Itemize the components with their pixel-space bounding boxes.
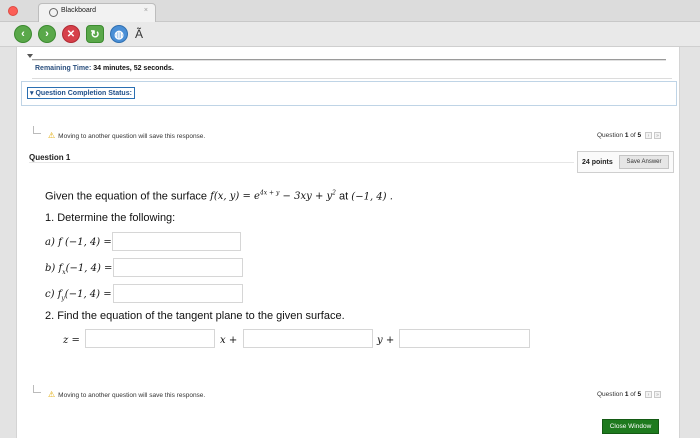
part-a-label: a) f (−1, 4) = xyxy=(45,237,112,248)
warning-text: Moving to another question will save thi… xyxy=(58,392,206,399)
answer-y-coefficient-input[interactable] xyxy=(399,329,530,348)
completion-status-toggle[interactable]: ▾ Question Completion Status: xyxy=(27,87,135,99)
y-label: y + xyxy=(377,335,395,346)
next-question-icon[interactable]: › xyxy=(644,132,652,139)
stop-icon[interactable]: ✕ xyxy=(62,25,80,43)
remaining-time-value: 34 minutes, 52 seconds. xyxy=(93,65,174,72)
return-arrow-icon xyxy=(33,126,41,134)
test-page: Remaining Time: 34 minutes, 52 seconds. … xyxy=(16,47,680,438)
page-icon xyxy=(49,8,58,17)
browser-tab[interactable]: Blackboard × xyxy=(38,3,156,22)
divider xyxy=(29,162,574,163)
answer-c-input[interactable] xyxy=(113,284,243,303)
at-label: at xyxy=(339,190,349,203)
question-stem: Given the equation of the surface f(x, y… xyxy=(45,190,393,202)
points-value: 24 points xyxy=(582,159,613,166)
warning-icon: ⚠ xyxy=(48,131,56,140)
part-1-heading: 1. Determine the following: xyxy=(45,212,176,224)
answer-a-input[interactable] xyxy=(112,232,241,251)
divider xyxy=(32,78,672,79)
tab-title: Blackboard xyxy=(61,7,97,14)
answer-b-input[interactable] xyxy=(113,258,243,277)
question-counter-bottom: Question 1 of 5 ›» xyxy=(597,391,661,398)
remaining-time: Remaining Time: 34 minutes, 52 seconds. xyxy=(35,65,174,72)
part-2-heading: 2. Find the equation of the tangent plan… xyxy=(45,310,345,322)
function-expression: f(x, y) = e4x + y − 3xy + y2 xyxy=(210,190,336,203)
next-question-icon[interactable]: › xyxy=(644,391,652,398)
reload-icon[interactable]: ↻ xyxy=(86,25,104,43)
back-icon[interactable]: ‹ xyxy=(14,25,32,43)
warning-icon: ⚠ xyxy=(48,390,56,399)
last-question-icon[interactable]: » xyxy=(653,132,661,139)
save-warning-bottom: ⚠ Moving to another question will save th… xyxy=(48,390,205,399)
divider xyxy=(32,59,666,60)
point-expression: (−1, 4) . xyxy=(351,191,393,203)
save-answer-button[interactable]: Save Answer xyxy=(619,155,669,169)
forward-icon[interactable]: › xyxy=(38,25,56,43)
question-title: Question 1 xyxy=(29,153,71,162)
answer-x-coefficient-input[interactable] xyxy=(243,329,373,348)
collapse-arrow-icon[interactable] xyxy=(27,54,33,58)
x-label: x + xyxy=(220,335,238,346)
answer-z-input[interactable] xyxy=(85,329,215,348)
last-question-icon[interactable]: » xyxy=(653,391,661,398)
globe-icon[interactable]: ◍ xyxy=(110,25,128,43)
part-b-label: b) fx(−1, 4) = xyxy=(45,263,113,276)
points-panel: 24 points Save Answer xyxy=(577,151,674,173)
part-c-label: c) fy(−1, 4) = xyxy=(45,289,112,302)
question-counter-top: Question 1 of 5 ›» xyxy=(597,132,661,139)
text-encoding-button[interactable]: Ã xyxy=(132,25,146,43)
warning-text: Moving to another question will save thi… xyxy=(58,133,206,140)
z-label: z = xyxy=(63,335,80,346)
remaining-time-label: Remaining Time: xyxy=(35,65,92,72)
close-window-button[interactable]: Close Window xyxy=(602,419,659,434)
save-warning-top: ⚠ Moving to another question will save th… xyxy=(48,131,205,140)
tab-close-icon[interactable]: × xyxy=(144,7,148,14)
browser-toolbar: ‹ › ✕ ↻ ◍ Ã xyxy=(0,22,700,47)
return-arrow-icon xyxy=(33,385,41,393)
browser-tab-bar: Blackboard × xyxy=(0,0,700,22)
completion-status-label: Question Completion Status: xyxy=(35,90,132,97)
close-window-dot[interactable] xyxy=(8,6,18,16)
question-intro: Given the equation of the surface xyxy=(45,190,208,203)
